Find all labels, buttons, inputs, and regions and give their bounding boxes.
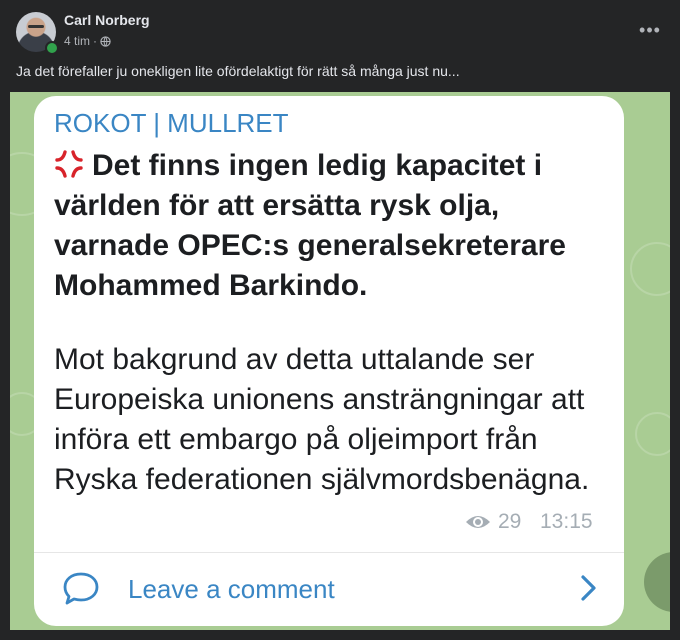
author-name[interactable]: Carl Norberg bbox=[64, 12, 150, 28]
post-image[interactable]: ROKOT | MULLRET Det finns ingen ledig ka… bbox=[10, 92, 670, 630]
globe-icon[interactable] bbox=[100, 35, 111, 47]
telegram-message-card: ROKOT | MULLRET Det finns ingen ledig ka… bbox=[34, 96, 624, 626]
post-time[interactable]: 4 tim bbox=[64, 34, 90, 48]
chevron-right-icon bbox=[581, 575, 596, 601]
view-count-value: 29 bbox=[498, 510, 522, 533]
eye-icon bbox=[466, 516, 490, 528]
post-text: Ja det förefaller ju onekligen lite oför… bbox=[16, 63, 460, 79]
message-headline: Det finns ingen ledig kapacitet i världe… bbox=[54, 146, 614, 306]
more-options-button[interactable]: ••• bbox=[636, 18, 664, 42]
scroll-down-button[interactable] bbox=[644, 552, 670, 612]
message-body: Mot bakgrund av detta uttalande ser Euro… bbox=[54, 343, 590, 496]
avatar-glasses bbox=[28, 25, 44, 28]
meta-separator: · bbox=[93, 34, 98, 48]
leave-comment-button[interactable]: Leave a comment bbox=[34, 553, 624, 626]
leave-comment-label: Leave a comment bbox=[128, 574, 335, 604]
anger-icon bbox=[55, 150, 83, 178]
view-count: 29 bbox=[464, 510, 521, 534]
online-status-dot bbox=[45, 41, 59, 55]
message-time: 13:15 bbox=[540, 510, 593, 533]
post-header: Carl Norberg 4 tim · ••• Ja det förefall… bbox=[0, 0, 680, 92]
comment-bubble-icon bbox=[63, 572, 99, 605]
post-meta: 4 tim · bbox=[64, 34, 111, 48]
channel-name: ROKOT | MULLRET bbox=[54, 108, 289, 138]
headline-text: Det finns ingen ledig kapacitet i världe… bbox=[54, 149, 566, 302]
